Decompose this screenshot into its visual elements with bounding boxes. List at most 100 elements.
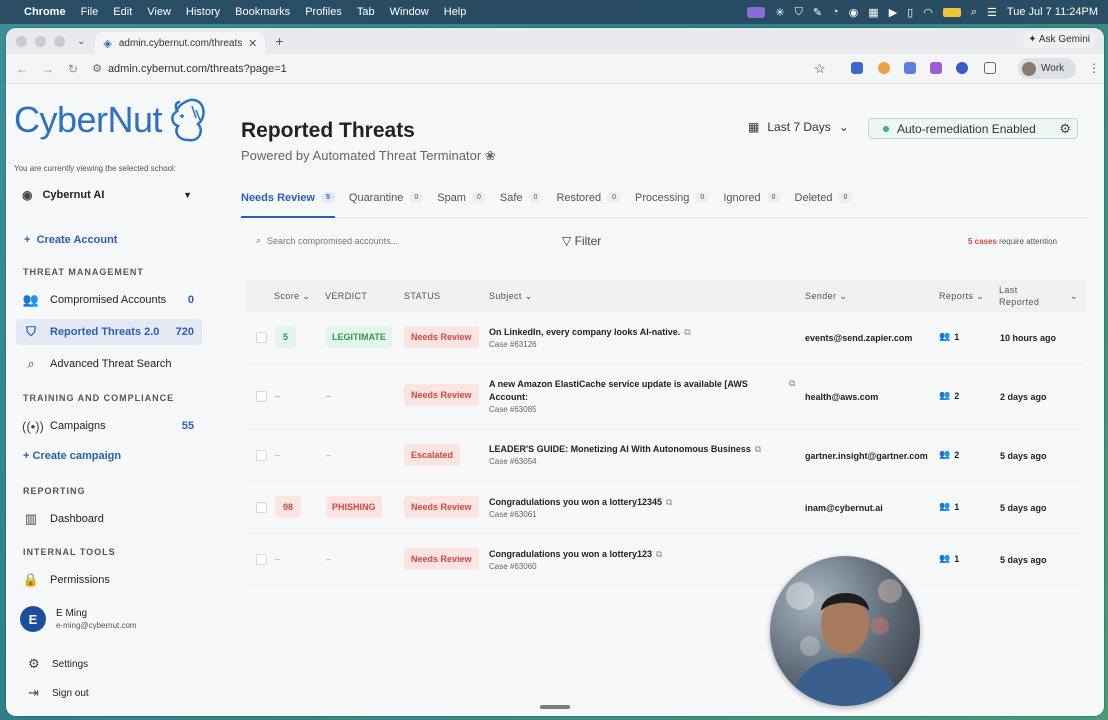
scroll-handle[interactable] (540, 705, 570, 709)
sidebar-item-advanced-threat-search[interactable]: ⌕ Advanced Threat Search (16, 351, 202, 377)
row-checkbox[interactable] (256, 332, 267, 343)
gear-icon[interactable]: ⚙ (1059, 121, 1071, 137)
new-tab-icon[interactable]: + (275, 33, 283, 49)
tab-quarantine[interactable]: Quarantine 0 (349, 188, 424, 217)
more-menu-icon[interactable]: ⋮ (1088, 61, 1100, 75)
control-center-icon[interactable]: ☰ (987, 6, 997, 19)
url-field[interactable]: admin.cybernut.com/threats?page=1 (108, 63, 287, 75)
table-row[interactable]: 98 PHISHING Needs Review Congradulations… (246, 482, 1086, 534)
subject-text[interactable]: Congradulations you won a lottery12345 (489, 497, 662, 507)
row-checkbox[interactable] (256, 554, 267, 565)
extension-3-icon[interactable] (904, 62, 916, 74)
menu-profiles[interactable]: Profiles (305, 6, 342, 18)
menu-bookmarks[interactable]: Bookmarks (235, 6, 290, 18)
extensions-puzzle-icon[interactable] (984, 62, 996, 74)
search-bar[interactable]: ⌕ Search compromised accounts... (256, 235, 398, 246)
forward-arrow-icon[interactable]: → (42, 62, 54, 76)
date-range-selector[interactable]: ▦ Last 7 Days ⌄ (748, 120, 849, 134)
settings-link[interactable]: ⚙ Settings (28, 656, 88, 672)
back-arrow-icon[interactable]: ← (16, 62, 28, 76)
sidebar-item-permissions[interactable]: 🔒 Permissions (16, 567, 202, 593)
ask-gemini-button[interactable]: ✦ Ask Gemini (1022, 31, 1096, 48)
table-row[interactable]: – – Needs Review Congradulations you won… (246, 534, 1086, 586)
subject-text[interactable]: LEADER'S GUIDE: Monetizing AI With Auton… (489, 444, 751, 454)
brightness-icon[interactable]: ✳ (775, 6, 784, 19)
subject-text[interactable]: A new Amazon ElastiCache service update … (489, 379, 748, 402)
user-profile[interactable]: E E Ming e-ming@cybernut.com (20, 606, 137, 632)
column-reports[interactable]: Reports ⌄ (939, 291, 984, 302)
copy-icon[interactable]: ⧉ (684, 327, 690, 337)
zoom-window-button[interactable] (54, 35, 65, 47)
tab-search-chevron-icon[interactable]: ⌄ (77, 36, 85, 47)
extension-2-icon[interactable] (878, 62, 890, 74)
sidebar-item-reported-threats[interactable]: ⛉ Reported Threats 2.0 720 (16, 319, 202, 345)
menu-edit[interactable]: Edit (113, 6, 132, 18)
table-row[interactable]: – – Escalated LEADER'S GUIDE: Monetizing… (246, 430, 1086, 482)
auto-remediation-badge[interactable]: Auto-remediation Enabled ⚙ (868, 118, 1078, 139)
browser-tab-threats[interactable]: ◈ admin.cybernut.com/threats ✕ (95, 32, 266, 54)
close-tab-icon[interactable]: ✕ (248, 37, 257, 50)
screen-record-icon[interactable] (747, 6, 766, 18)
tab-spam[interactable]: Spam 0 (437, 188, 486, 217)
wifi-icon[interactable]: ◠ (923, 6, 933, 19)
create-account-link[interactable]: + Create Account (24, 234, 117, 246)
school-selector[interactable]: ◉ Cybernut AI ▼ (22, 188, 192, 202)
menu-app-name[interactable]: Chrome (24, 6, 66, 18)
column-score[interactable]: Score ⌄ (274, 291, 310, 302)
create-campaign-link[interactable]: + Create campaign (23, 450, 121, 462)
menu-window[interactable]: Window (390, 6, 429, 18)
minimize-window-button[interactable] (35, 35, 46, 47)
menu-tab[interactable]: Tab (357, 6, 375, 18)
subject-text[interactable]: On LinkedIn, every company looks AI-nati… (489, 327, 680, 337)
menu-history[interactable]: History (186, 6, 220, 18)
profile-button[interactable]: Work (1018, 58, 1076, 79)
column-last-reported[interactable]: Last Reported (999, 284, 1039, 308)
cybernut-logo[interactable]: CyberNut (14, 96, 208, 144)
tab-needs-review[interactable]: Needs Review 5 (241, 188, 335, 218)
sidebar-item-compromised-accounts[interactable]: 👥 Compromised Accounts 0 (16, 287, 202, 313)
sidebar-item-dashboard[interactable]: ▥ Dashboard (16, 506, 202, 532)
extension-4-icon[interactable] (930, 62, 942, 74)
extension-1-icon[interactable] (851, 62, 863, 74)
battery-icon[interactable] (942, 7, 961, 17)
menu-view[interactable]: View (147, 6, 171, 18)
rss-icon[interactable]: ◔ (832, 6, 839, 18)
copy-icon[interactable]: ⧉ (755, 444, 761, 454)
row-checkbox[interactable] (256, 391, 267, 402)
spotlight-search-icon[interactable]: ⌕ (971, 6, 977, 19)
table-row[interactable]: – – Needs Review A new Amazon ElastiCach… (246, 364, 1086, 430)
copy-icon[interactable]: ⧉ (789, 378, 795, 389)
tab-ignored[interactable]: Ignored 0 (723, 188, 781, 217)
row-checkbox[interactable] (256, 450, 267, 461)
filter-button[interactable]: ▽ Filter (562, 234, 601, 248)
sidebar-item-campaigns[interactable]: ((•)) Campaigns 55 (16, 413, 202, 439)
menu-help[interactable]: Help (444, 6, 467, 18)
webcam-video-bubble[interactable] (770, 556, 920, 706)
menubar-clock[interactable]: Tue Jul 7 11:24PM (1007, 6, 1098, 18)
tab-restored[interactable]: Restored 0 (556, 188, 621, 217)
row-checkbox[interactable] (256, 502, 267, 513)
play-icon[interactable]: ▶ (889, 6, 897, 19)
reload-icon[interactable]: ↻ (68, 62, 78, 76)
menu-file[interactable]: File (81, 6, 99, 18)
pen-icon[interactable]: ✎ (813, 6, 822, 19)
chevron-down-icon[interactable]: ⌄ (1070, 291, 1078, 302)
column-sender[interactable]: Sender ⌄ (805, 291, 847, 302)
tab-deleted[interactable]: Deleted 0 (795, 188, 853, 217)
bookmark-star-icon[interactable]: ☆ (814, 61, 826, 77)
copy-icon[interactable]: ⧉ (666, 497, 672, 507)
grid-icon[interactable]: ▦ (868, 6, 878, 19)
phone-icon[interactable]: ▯ (907, 6, 913, 19)
sign-out-link[interactable]: ⇥ Sign out (28, 685, 89, 701)
tab-safe[interactable]: Safe 0 (500, 188, 543, 217)
close-window-button[interactable] (16, 35, 27, 47)
shield-icon[interactable]: ⛉ (795, 6, 803, 19)
copy-icon[interactable]: ⧉ (656, 549, 662, 559)
globe-icon[interactable]: ◉ (849, 6, 859, 19)
table-row[interactable]: 5 LEGITIMATE Needs Review On LinkedIn, e… (246, 312, 1086, 364)
tab-processing[interactable]: Processing 0 (635, 188, 710, 217)
search-input[interactable]: Search compromised accounts... (267, 236, 398, 246)
extension-5-icon[interactable] (956, 62, 968, 74)
column-subject[interactable]: Subject ⌄ (489, 291, 533, 302)
site-info-icon[interactable]: ⚙ (92, 62, 102, 75)
